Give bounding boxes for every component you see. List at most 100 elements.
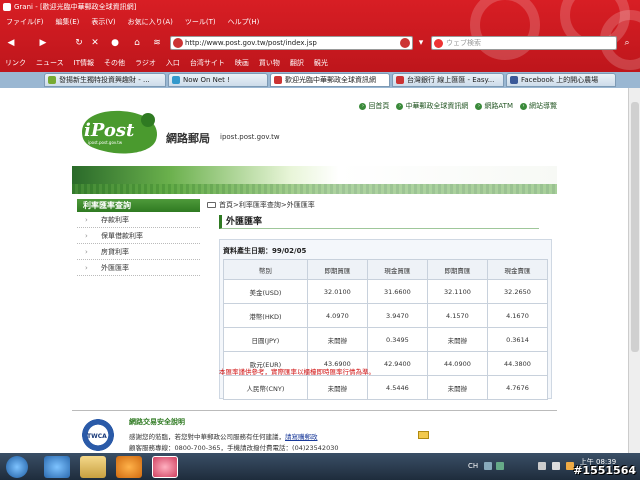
address-url: http://www.post.gov.tw/post/index.jsp bbox=[185, 39, 317, 47]
home-icon[interactable]: ⌂ bbox=[130, 36, 144, 50]
home-link[interactable]: › 回首頁 bbox=[359, 100, 389, 112]
sitemap-link[interactable]: › 網站導覽 bbox=[520, 100, 557, 112]
arrow-icon: › bbox=[475, 102, 483, 110]
browser-tab[interactable]: 台灣銀行 線上匯匯 - Easy... bbox=[392, 73, 504, 87]
table-cell: 4.5446 bbox=[366, 375, 428, 400]
bookmark-item[interactable]: その他 bbox=[99, 56, 130, 70]
search-box[interactable]: ウェブ検索 bbox=[431, 36, 617, 50]
arrow-icon: › bbox=[520, 102, 527, 110]
language-indicator[interactable]: CH bbox=[468, 462, 478, 470]
tab-strip: 發揚新生獨特投資興趣財 - ... Now On Net ! 歡迎光臨中華郵政全… bbox=[0, 72, 640, 88]
menu-file[interactable]: ファイル(F) bbox=[0, 15, 50, 29]
footer-title[interactable]: 網路交易安全說明 bbox=[129, 417, 185, 427]
address-dropdown-icon[interactable]: ▾ bbox=[414, 36, 428, 50]
bookmark-item[interactable]: 映画 bbox=[230, 56, 254, 70]
menu-help[interactable]: ヘルプ(H) bbox=[222, 15, 266, 29]
menu-favorites[interactable]: お気に入り(A) bbox=[122, 15, 179, 29]
pig-icon[interactable]: ● bbox=[108, 36, 122, 50]
browser-tab[interactable]: Facebook 上的開心農場 bbox=[506, 73, 616, 87]
search-icon[interactable]: ⌕ bbox=[620, 36, 634, 50]
chevron-right-icon: › bbox=[85, 232, 88, 240]
network-icon[interactable] bbox=[538, 462, 546, 470]
ime-icon[interactable] bbox=[484, 462, 492, 470]
arrow-icon: › bbox=[396, 102, 404, 110]
page-footer: TWCA 網路交易安全說明 感謝您的蒞臨，若您對中華郵政公司服務有任何建議，請寫… bbox=[72, 410, 557, 453]
arrow-icon: › bbox=[359, 102, 367, 110]
table-cell: 4.1570 bbox=[426, 303, 488, 328]
page-title: 外匯匯率 bbox=[219, 215, 539, 229]
table-row: 港幣(HKD) 4.0970 3.9470 4.1570 4.1670 bbox=[223, 303, 549, 328]
bookmark-item[interactable]: ニュース bbox=[31, 56, 69, 70]
mail-icon[interactable] bbox=[418, 431, 429, 439]
navigation-bar: ◀ ▶ ↻ ✕ ● ⌂ ≋ http://www.post.gov.tw/pos… bbox=[0, 34, 640, 52]
sidebar-item-deposit-rate[interactable]: › 存款利率 bbox=[77, 212, 200, 228]
breadcrumb: 首頁>利率匯率查詢>外匯匯率 bbox=[207, 199, 557, 211]
bookmark-item[interactable]: IT情報 bbox=[69, 56, 99, 70]
reload-icon[interactable]: ↻ bbox=[72, 36, 86, 50]
atm-link-label: 網路ATM bbox=[484, 102, 513, 110]
bookmark-item[interactable]: 買い物 bbox=[254, 56, 285, 70]
ie-icon[interactable] bbox=[44, 456, 70, 478]
browser-tab-active[interactable]: 歡迎光臨中華郵政全球資訊網 bbox=[270, 73, 390, 87]
sidebar-item-mortgage-rate[interactable]: › 房貸利率 bbox=[77, 244, 200, 260]
vertical-scrollbar[interactable] bbox=[628, 88, 640, 453]
feedback-link[interactable]: 請寫購郵政 bbox=[285, 433, 318, 441]
bookmark-item[interactable]: ラジオ bbox=[130, 56, 161, 70]
footer-feedback-label: 感謝您的蒞臨，若您對中華郵政公司服務有任何建議， bbox=[129, 433, 285, 441]
bookmark-item[interactable]: 台湾サイト bbox=[185, 56, 230, 70]
explorer-icon[interactable] bbox=[80, 456, 106, 478]
sidebar-item-label: 外匯匯率 bbox=[101, 264, 129, 272]
volume-icon[interactable] bbox=[552, 462, 560, 470]
table-cell: 美金(USD) bbox=[223, 279, 308, 304]
start-button[interactable] bbox=[6, 456, 28, 478]
go-icon[interactable] bbox=[400, 38, 410, 48]
table-cell: 44.3800 bbox=[486, 351, 549, 376]
browser-tab[interactable]: 發揚新生獨特投資興趣財 - ... bbox=[44, 73, 166, 87]
tab-label: 發揚新生獨特投資興趣財 - ... bbox=[59, 76, 150, 84]
table-cell: 42.9400 bbox=[366, 351, 428, 376]
address-bar[interactable]: http://www.post.gov.tw/post/index.jsp bbox=[170, 36, 413, 50]
bookmark-item[interactable]: 観光 bbox=[309, 56, 333, 70]
main-content: 首頁>利率匯率查詢>外匯匯率 外匯匯率 資料產生日期：99/02/05 幣別 即… bbox=[207, 199, 557, 400]
grani-browser-icon[interactable] bbox=[152, 456, 178, 478]
bookmark-item[interactable]: 入口 bbox=[161, 56, 185, 70]
data-date: 資料產生日期：99/02/05 bbox=[223, 247, 307, 255]
back-icon[interactable]: ◀ bbox=[4, 36, 18, 50]
table-row: 日圓(JPY) 未開辦 0.3495 未開辦 0.3614 bbox=[223, 327, 549, 352]
table-cell: 0.3614 bbox=[486, 327, 549, 352]
sidebar-item-label: 房貸利率 bbox=[101, 248, 129, 256]
post-portal-link[interactable]: › 中華郵政全球資訊網 bbox=[396, 100, 468, 112]
browser-tab[interactable]: Now On Net ! bbox=[168, 73, 268, 87]
sidebar: 利率匯率查詢 › 存款利率 › 保單借款利率 › 房貸利率 › 外匯匯率 bbox=[77, 199, 200, 276]
folder-icon bbox=[207, 202, 216, 208]
sidebar-item-exchange-rate[interactable]: › 外匯匯率 bbox=[77, 260, 200, 276]
rss-icon[interactable]: ≋ bbox=[150, 36, 164, 50]
col-header-currency: 幣別 bbox=[223, 259, 308, 280]
breadcrumb-text[interactable]: 首頁>利率匯率查詢>外匯匯率 bbox=[219, 201, 315, 209]
forward-icon[interactable]: ▶ bbox=[36, 36, 50, 50]
help-icon[interactable] bbox=[496, 462, 504, 470]
media-player-icon[interactable] bbox=[116, 456, 142, 478]
sidebar-title: 利率匯率查詢 bbox=[77, 199, 200, 212]
sidebar-item-policy-loan-rate[interactable]: › 保單借款利率 bbox=[77, 228, 200, 244]
atm-link[interactable]: › 網路ATM bbox=[475, 100, 513, 112]
chevron-right-icon: › bbox=[85, 248, 88, 256]
tab-label: 歡迎光臨中華郵政全球資訊網 bbox=[285, 76, 376, 84]
logo-text: iPost bbox=[84, 120, 135, 141]
browser-chrome: Grani - [歡迎光臨中華郵政全球資訊網] ファイル(F) 編集(E) 表示… bbox=[0, 0, 640, 88]
top-links: › 回首頁 › 中華郵政全球資訊網 › 網路ATM › 網站導覽 bbox=[332, 100, 557, 112]
scrollbar-thumb[interactable] bbox=[631, 102, 639, 352]
table-cell: 32.0100 bbox=[306, 279, 368, 304]
tab-label: 台灣銀行 線上匯匯 - Easy... bbox=[407, 76, 495, 84]
menu-tools[interactable]: ツール(T) bbox=[179, 15, 222, 29]
menu-view[interactable]: 表示(V) bbox=[85, 15, 121, 29]
bookmark-item[interactable]: 翻訳 bbox=[285, 56, 309, 70]
table-cell: 4.0970 bbox=[306, 303, 368, 328]
menu-edit[interactable]: 編集(E) bbox=[50, 15, 86, 29]
stop-icon[interactable]: ✕ bbox=[88, 36, 102, 50]
table-header-row: 幣別 即期買匯 現金買匯 即期賣匯 現金賣匯 bbox=[223, 259, 549, 280]
menu-bar: ファイル(F) 編集(E) 表示(V) お気に入り(A) ツール(T) ヘルプ(… bbox=[0, 15, 520, 29]
table-cell: 未開辦 bbox=[306, 327, 368, 352]
table-cell: 31.6600 bbox=[366, 279, 428, 304]
site-logo[interactable]: iPost ipost.post.gov.tw 網路郵局 ipost.post.… bbox=[78, 106, 308, 166]
